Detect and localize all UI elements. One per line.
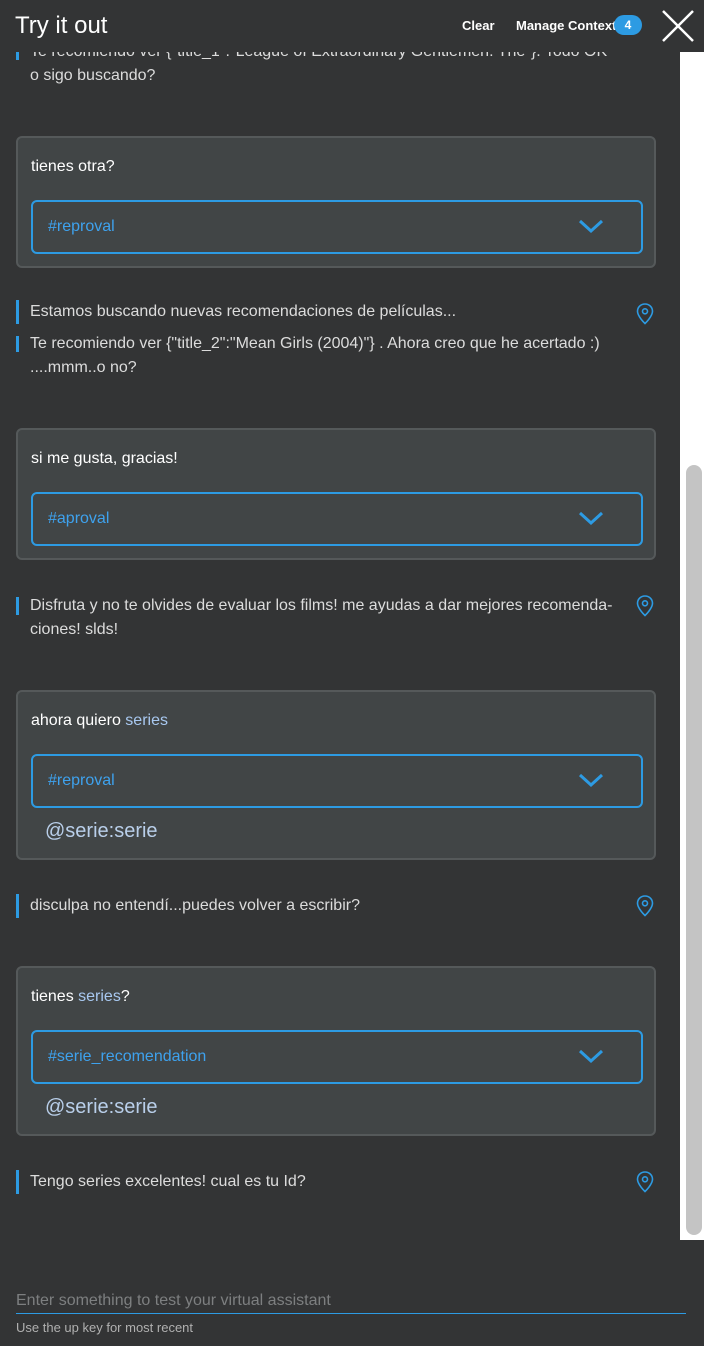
intent-label: #aproval [48, 510, 110, 527]
entity-tag[interactable]: @serie:serie [45, 820, 158, 843]
user-message-card: si me gusta, gracias! #aproval [16, 428, 656, 560]
input-hint: Use the up key for most recent [16, 1320, 194, 1335]
message-marker [16, 336, 19, 352]
user-text-part: ? [120, 988, 130, 1005]
conversation-panel[interactable]: Te recomiendo ver {"title_1":"League of … [0, 0, 680, 1240]
location-pin-icon[interactable] [636, 595, 654, 617]
bot-message: disculpa no entendí...puedes volver a es… [16, 894, 616, 918]
bot-message: Estamos buscando nuevas recomendaciones … [16, 300, 616, 324]
bot-message: Tengo series excelentes! cual es tu Id? [16, 1170, 616, 1194]
user-message-text: si me gusta, gracias! [31, 450, 178, 467]
user-message-text: tienes otra? [31, 158, 115, 175]
panel-title: Try it out [15, 12, 108, 39]
panel-header: Try it out Clear Manage Context 4 [0, 0, 704, 52]
context-count-badge[interactable]: 4 [614, 15, 642, 35]
location-pin-icon[interactable] [636, 303, 654, 325]
bot-message: Disfruta y no te olvides de evaluar los … [30, 597, 613, 638]
intent-label: #reproval [48, 772, 115, 789]
user-message-text: tienes series? [31, 988, 130, 1006]
bot-message-line: o sigo buscando? [30, 67, 156, 84]
bot-message: Te recomiendo ver {"title_2":"Mean Girls… [30, 335, 600, 376]
user-message-card: tienes series? #serie_recomendation @ser… [16, 966, 656, 1136]
intent-dropdown[interactable]: #reproval [31, 200, 643, 254]
intent-label: #reproval [48, 218, 115, 235]
intent-dropdown[interactable]: #aproval [31, 492, 643, 546]
input-area: Use the up key for most recent [0, 1240, 704, 1346]
intent-dropdown[interactable]: #reproval [31, 754, 643, 808]
message-input[interactable] [16, 1288, 686, 1314]
user-text-part: ahora quiero [31, 712, 126, 729]
location-pin-icon[interactable] [636, 1171, 654, 1193]
clear-button[interactable]: Clear [462, 18, 495, 33]
message-marker [16, 597, 19, 615]
entity-tag[interactable]: @serie:serie [45, 1096, 158, 1119]
chevron-down-icon [578, 773, 604, 788]
entity-highlight[interactable]: series [78, 988, 121, 1005]
manage-context-button[interactable]: Manage Context [516, 18, 616, 33]
close-icon[interactable] [660, 8, 696, 44]
user-message-card: tienes otra? #reproval [16, 136, 656, 268]
user-message-card: ahora quiero series #reproval @serie:ser… [16, 690, 656, 860]
chevron-down-icon [578, 1049, 604, 1064]
entity-highlight[interactable]: series [125, 712, 168, 729]
scrollbar-thumb[interactable] [686, 465, 702, 1235]
user-message-text: ahora quiero series [31, 712, 168, 730]
location-pin-icon[interactable] [636, 895, 654, 917]
chevron-down-icon [578, 219, 604, 234]
chevron-down-icon [578, 511, 604, 526]
user-text-part: tienes [31, 988, 79, 1005]
intent-label: #serie_recomendation [48, 1048, 207, 1065]
intent-dropdown[interactable]: #serie_recomendation [31, 1030, 643, 1084]
